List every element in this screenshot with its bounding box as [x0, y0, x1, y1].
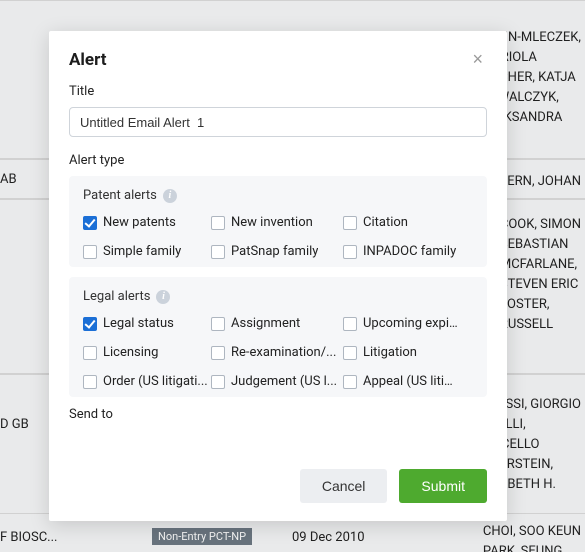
checkbox[interactable]	[343, 375, 357, 389]
chk-new-invention[interactable]: New invention	[211, 215, 343, 230]
alert-type-label: Alert type	[69, 153, 487, 168]
chk-label: Order (US litigati...	[103, 374, 208, 389]
chk-label: Licensing	[103, 345, 158, 360]
chk-licensing[interactable]: Licensing	[83, 345, 211, 360]
checkbox[interactable]	[343, 216, 357, 230]
chk-upcoming-expiration[interactable]: Upcoming expir...	[343, 316, 459, 331]
checkbox[interactable]	[83, 375, 97, 389]
chk-appeal-us-litigation[interactable]: Appeal (US litig...	[343, 374, 459, 389]
send-to-label: Send to	[69, 407, 487, 422]
checkbox[interactable]	[211, 245, 225, 259]
chk-label: PatSnap family	[231, 244, 318, 259]
chk-label: Appeal (US litig...	[363, 374, 459, 389]
patent-alerts-title-text: Patent alerts	[83, 188, 157, 203]
legal-alerts-title-text: Legal alerts	[83, 289, 150, 304]
chk-label: New invention	[231, 215, 313, 230]
cancel-button[interactable]: Cancel	[300, 469, 388, 503]
checkbox[interactable]	[83, 346, 97, 360]
alert-modal: Alert × Title Alert type Patent alerts i…	[49, 31, 507, 521]
chk-order-us-litigation[interactable]: Order (US litigati...	[83, 374, 211, 389]
chk-legal-status[interactable]: Legal status	[83, 316, 211, 331]
checkbox[interactable]	[343, 346, 357, 360]
chk-citation[interactable]: Citation	[343, 215, 459, 230]
chk-inpadoc-family[interactable]: INPADOC family	[343, 244, 459, 259]
patent-alerts-title: Patent alerts i	[83, 188, 473, 203]
title-label: Title	[69, 84, 487, 99]
chk-label: Assignment	[231, 316, 300, 331]
chk-label: Simple family	[103, 244, 181, 259]
checkbox[interactable]	[343, 245, 357, 259]
patent-alerts-box: Patent alerts i New patents New inventio…	[69, 176, 487, 267]
chk-label: New patents	[103, 215, 176, 230]
chk-label: INPADOC family	[363, 244, 456, 259]
chk-label: Judgement (US l...	[231, 374, 337, 389]
chk-assignment[interactable]: Assignment	[211, 316, 343, 331]
close-icon[interactable]: ×	[468, 49, 487, 70]
chk-patsnap-family[interactable]: PatSnap family	[211, 244, 343, 259]
checkbox[interactable]	[83, 245, 97, 259]
info-icon[interactable]: i	[163, 189, 177, 203]
legal-alerts-box: Legal alerts i Legal status Assignment U…	[69, 277, 487, 397]
chk-judgement-us[interactable]: Judgement (US l...	[211, 374, 343, 389]
chk-litigation[interactable]: Litigation	[343, 345, 459, 360]
checkbox[interactable]	[343, 317, 357, 331]
chk-label: Re-examination/...	[231, 345, 336, 360]
checkbox[interactable]	[211, 346, 225, 360]
legal-checkbox-grid: Legal status Assignment Upcoming expir..…	[83, 316, 473, 389]
checkbox[interactable]	[211, 317, 225, 331]
chk-new-patents[interactable]: New patents	[83, 215, 211, 230]
info-icon[interactable]: i	[156, 290, 170, 304]
submit-button[interactable]: Submit	[399, 469, 487, 503]
title-input[interactable]	[69, 107, 487, 137]
checkbox[interactable]	[83, 317, 97, 331]
legal-alerts-title: Legal alerts i	[83, 289, 473, 304]
modal-header: Alert ×	[49, 31, 507, 82]
checkbox[interactable]	[211, 216, 225, 230]
chk-simple-family[interactable]: Simple family	[83, 244, 211, 259]
chk-label: Litigation	[363, 345, 417, 360]
chk-label: Legal status	[103, 316, 174, 331]
patent-checkbox-grid: New patents New invention Citation Simpl…	[83, 215, 473, 259]
checkbox[interactable]	[211, 375, 225, 389]
modal-body: Title Alert type Patent alerts i New pat…	[49, 82, 507, 455]
chk-reexamination[interactable]: Re-examination/...	[211, 345, 343, 360]
modal-title: Alert	[69, 50, 107, 70]
checkbox[interactable]	[83, 216, 97, 230]
chk-label: Citation	[363, 215, 408, 230]
chk-label: Upcoming expir...	[363, 316, 459, 331]
modal-footer: Cancel Submit	[49, 455, 507, 521]
